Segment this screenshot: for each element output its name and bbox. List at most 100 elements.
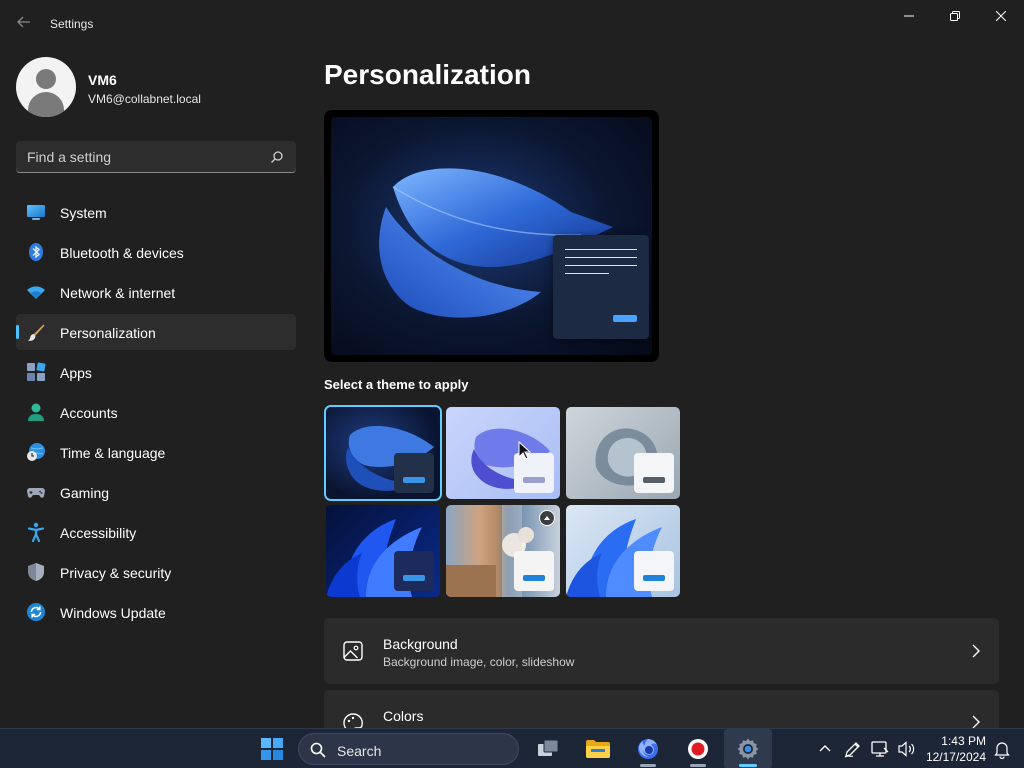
gamepad-icon: [27, 488, 45, 498]
recorder-button[interactable]: [678, 729, 718, 768]
gear-icon: [737, 738, 759, 760]
paintbrush-icon: [27, 324, 45, 341]
windows-logo-icon: [261, 738, 283, 760]
wifi-icon: [27, 286, 45, 299]
close-icon: [996, 11, 1006, 21]
themes-label: Select a theme to apply: [324, 377, 469, 392]
app-title: Settings: [50, 17, 94, 31]
close-button[interactable]: [978, 0, 1024, 32]
sidebar-item-accessibility[interactable]: Accessibility: [16, 514, 296, 550]
restore-button[interactable]: [932, 0, 978, 32]
theme-preview: [324, 110, 659, 362]
background-setting-card[interactable]: Background Background image, color, slid…: [324, 618, 999, 684]
firefox-icon: [638, 739, 658, 759]
clock-date: 12/17/2024: [925, 750, 986, 764]
theme-tile-sunrise[interactable]: [566, 505, 680, 597]
mouse-cursor-icon: [518, 441, 532, 460]
sidebar-item-network[interactable]: Network & internet: [16, 274, 296, 310]
card-title: Colors: [383, 708, 424, 724]
pen-icon[interactable]: [843, 739, 863, 759]
running-indicator: [690, 764, 706, 767]
colors-setting-card[interactable]: Colors: [324, 690, 999, 728]
image-icon: [343, 641, 363, 661]
sidebar-item-apps[interactable]: Apps: [16, 354, 296, 390]
theme-tile-glow[interactable]: [566, 407, 680, 499]
task-view-icon: [538, 739, 559, 756]
sidebar-item-label: Personalization: [60, 325, 156, 341]
system-icon: [27, 205, 45, 220]
volume-icon[interactable]: [897, 739, 917, 759]
sidebar-item-label: Network & internet: [60, 285, 176, 301]
user-name: VM6: [88, 72, 117, 88]
minimize-button[interactable]: [886, 0, 932, 32]
sidebar-item-label: System: [60, 205, 107, 221]
avatar: [16, 57, 76, 117]
system-clock[interactable]: 1:43 PM 12/17/2024: [926, 733, 986, 765]
chevron-up-icon[interactable]: [815, 739, 835, 759]
theme-tile-captured-motion[interactable]: [326, 505, 440, 597]
chevron-right-icon: [972, 644, 980, 658]
start-button[interactable]: [252, 729, 292, 768]
sidebar-item-label: Apps: [60, 365, 92, 381]
sidebar-item-label: Windows Update: [60, 605, 166, 621]
theme-tile-windows-dark[interactable]: [326, 407, 440, 499]
preview-window: [553, 235, 649, 339]
settings-taskbar-button[interactable]: [724, 729, 772, 768]
sidebar-item-bluetooth[interactable]: Bluetooth & devices: [16, 234, 296, 270]
search-input[interactable]: Find a setting: [16, 141, 296, 173]
theme-tile-flow[interactable]: [446, 505, 560, 597]
task-view-button[interactable]: [528, 729, 568, 768]
taskbar-search-label: Search: [337, 743, 382, 759]
slideshow-badge-icon: [539, 510, 555, 526]
card-title: Background: [383, 636, 458, 652]
search-icon: [271, 151, 283, 163]
sidebar-item-time-language[interactable]: Time & language: [16, 434, 296, 470]
user-profile[interactable]: VM6 VM6@collabnet.local: [16, 57, 296, 117]
sidebar-item-personalization[interactable]: Personalization: [16, 314, 296, 350]
running-indicator: [640, 764, 656, 767]
page-title: Personalization: [324, 59, 531, 90]
search-placeholder: Find a setting: [27, 149, 112, 165]
sidebar-item-privacy[interactable]: Privacy & security: [16, 554, 296, 590]
theme-grid: [324, 405, 684, 599]
globe-clock-icon: [27, 443, 45, 461]
apps-icon: [27, 362, 46, 381]
bluetooth-icon: [29, 243, 43, 261]
theme-tile-windows-light[interactable]: [446, 407, 560, 499]
sidebar-item-label: Time & language: [60, 445, 166, 461]
notification-bell-icon[interactable]: [992, 739, 1012, 759]
sidebar-item-system[interactable]: System: [16, 194, 296, 230]
record-icon: [688, 739, 708, 759]
sidebar-item-label: Accounts: [60, 405, 118, 421]
back-arrow-icon[interactable]: [14, 14, 34, 34]
sidebar-item-label: Gaming: [60, 485, 110, 501]
active-indicator: [739, 764, 757, 767]
restore-icon: [950, 11, 960, 21]
search-icon: [310, 742, 326, 758]
sidebar-item-accounts[interactable]: Accounts: [16, 394, 296, 430]
person-icon: [28, 403, 44, 421]
title-bar: Settings: [0, 0, 1024, 48]
minimize-icon: [904, 15, 914, 17]
palette-icon: [343, 713, 363, 728]
clock-time: 1:43 PM: [941, 734, 986, 748]
sidebar-item-label: Bluetooth & devices: [60, 245, 184, 261]
folder-icon: [586, 740, 610, 758]
sidebar-item-windows-update[interactable]: Windows Update: [16, 594, 296, 630]
user-email: VM6@collabnet.local: [88, 92, 201, 106]
taskbar: Search 1:43 PM 12/17/2024: [0, 728, 1024, 768]
sidebar-item-gaming[interactable]: Gaming: [16, 474, 296, 510]
taskbar-search-box[interactable]: Search: [298, 733, 519, 765]
preview-wallpaper: [331, 117, 652, 355]
update-icon: [27, 603, 45, 621]
card-subtitle: Background image, color, slideshow: [383, 655, 575, 669]
sidebar-item-label: Privacy & security: [60, 565, 172, 581]
network-icon[interactable]: [870, 739, 890, 759]
chevron-right-icon: [972, 715, 980, 728]
sidebar-nav: System Bluetooth & devices Network & int…: [16, 194, 296, 634]
sidebar-item-label: Accessibility: [60, 525, 137, 541]
firefox-button[interactable]: [628, 729, 668, 768]
shield-icon: [28, 563, 44, 581]
file-explorer-button[interactable]: [578, 729, 618, 768]
accessibility-icon: [27, 522, 45, 542]
